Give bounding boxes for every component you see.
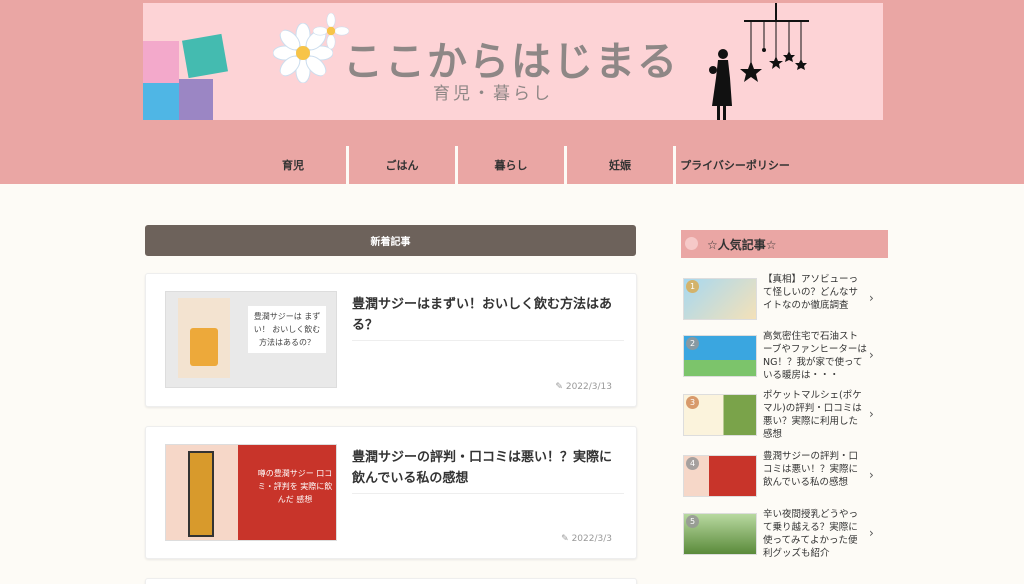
nav-item-kurashi[interactable]: 暮らし: [458, 146, 567, 184]
article-date-text: 2022/3/13: [565, 382, 612, 392]
chevron-right-icon: ›: [869, 526, 874, 540]
baby-mobile-icon: [740, 3, 809, 82]
chevron-right-icon: ›: [869, 407, 874, 421]
site-subtitle: 育児・暮らし: [433, 84, 553, 104]
popular-item[interactable]: 2 高気密住宅で石油ストーブやファンヒーターはNG！？我が家で使っている暖房は・…: [683, 330, 883, 384]
global-nav: 育児 ごはん 暮らし 妊娠 プライバシーポリシー: [240, 146, 794, 184]
article-date: ✎ 2022/3/13: [555, 382, 612, 392]
thumbnail-caption: 噂の豊潤サジー 口コミ・評判を 実際に飲んだ 感想: [257, 469, 333, 504]
popular-articles-heading: ☆人気記事☆: [681, 230, 888, 258]
popular-thumbnail[interactable]: 3: [683, 394, 757, 436]
pencil-icon: ✎: [555, 382, 563, 392]
thumbnail-left-panel: [166, 445, 238, 540]
mother-silhouette-icon: [709, 49, 732, 120]
pencil-icon: ✎: [561, 534, 569, 544]
rank-badge: 3: [686, 396, 699, 409]
popular-thumbnail[interactable]: 4: [683, 455, 757, 497]
article-card[interactable]: 豊潤サジーは まずい！ おいしく飲む 方法はあるの？ 豊潤サジーはまずい！おいし…: [145, 273, 637, 407]
article-card[interactable]: 噂の豊潤サジー 口コミ・評判を 実際に飲んだ 感想 豊潤サジーの評判・口コミは悪…: [145, 426, 637, 559]
popular-item-title[interactable]: 辛い夜間授乳どうやって乗り越える？実際に使ってみてよかった便利グッズも紹介: [763, 508, 867, 560]
popular-item-title[interactable]: ポケットマルシェ(ポケマル)の評判・口コミは悪い？実際に利用した感想: [763, 389, 867, 441]
popular-thumbnail[interactable]: 2: [683, 335, 757, 377]
puzzle-piece-teal: [182, 33, 228, 79]
article-thumbnail[interactable]: 噂の豊潤サジー 口コミ・評判を 実際に飲んだ 感想: [165, 444, 337, 541]
header-banner[interactable]: ここからはじまる 育児・暮らし: [143, 3, 883, 120]
popular-articles-title: ☆人気記事☆: [707, 237, 777, 252]
rank-badge: 4: [686, 457, 699, 470]
rank-badge: 1: [686, 280, 699, 293]
chevron-right-icon: ›: [869, 291, 874, 305]
nav-item-privacy-policy[interactable]: プライバシーポリシー: [676, 146, 794, 184]
rank-badge: 2: [686, 337, 699, 350]
article-thumbnail[interactable]: 豊潤サジーは まずい！ おいしく飲む 方法はあるの？: [165, 291, 337, 388]
site-header: ここからはじまる 育児・暮らし 育児 ごはん 暮らし 妊娠 プライバシーポリシー: [0, 0, 1024, 184]
popular-item[interactable]: 3 ポケットマルシェ(ポケマル)の評判・口コミは悪い？実際に利用した感想 ›: [683, 389, 883, 443]
popular-item-title[interactable]: 豊潤サジーの評判・口コミは悪い！？実際に飲んでいる私の感想: [763, 450, 867, 489]
popular-item-title[interactable]: 高気密住宅で石油ストーブやファンヒーターはNG！？我が家で使っている暖房は・・・: [763, 330, 867, 382]
rank-badge: 5: [686, 515, 699, 528]
article-title[interactable]: 豊潤サジーの評判・口コミは悪い！？実際に飲んでいる私の感想: [352, 447, 624, 494]
new-articles-heading: 新着記事: [145, 225, 636, 256]
popular-thumbnail[interactable]: 1: [683, 278, 757, 320]
chevron-right-icon: ›: [869, 348, 874, 362]
popular-item[interactable]: 4 豊潤サジーの評判・口コミは悪い！？実際に飲んでいる私の感想 ›: [683, 450, 883, 504]
puzzle-piece-purple: [179, 79, 213, 120]
popular-item[interactable]: 5 辛い夜間授乳どうやって乗り越える？実際に使ってみてよかった便利グッズも紹介 …: [683, 508, 883, 562]
article-date-text: 2022/3/3: [571, 534, 612, 544]
nav-item-gohan[interactable]: ごはん: [349, 146, 458, 184]
popular-item[interactable]: 1 【真相】アソビューって怪しいの？どんなサイトなのか徹底調査 ›: [683, 273, 883, 327]
article-title[interactable]: 豊潤サジーはまずい！おいしく飲む方法はある？: [352, 294, 624, 341]
puzzle-piece-pink: [143, 41, 179, 83]
chevron-right-icon: ›: [869, 468, 874, 482]
heading-dot-icon: [685, 237, 698, 250]
nav-item-ninshin[interactable]: 妊娠: [567, 146, 676, 184]
juice-glass-photo: [178, 298, 230, 378]
article-card[interactable]: [145, 578, 637, 584]
popular-thumbnail[interactable]: 5: [683, 513, 757, 555]
nav-item-ikuji[interactable]: 育児: [240, 146, 349, 184]
article-date: ✎ 2022/3/3: [561, 534, 612, 544]
sea-buckthorn-bottle: [188, 451, 214, 537]
popular-item-title[interactable]: 【真相】アソビューって怪しいの？どんなサイトなのか徹底調査: [763, 273, 867, 312]
thumbnail-caption: 豊潤サジーは まずい！ おいしく飲む 方法はあるの？: [248, 306, 326, 353]
